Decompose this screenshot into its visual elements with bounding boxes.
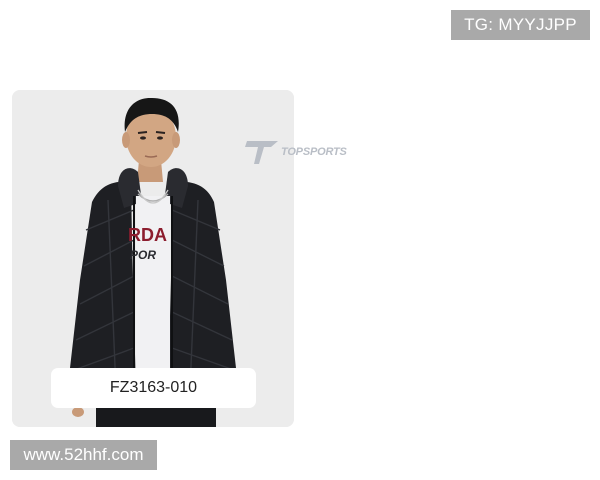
shirt-print: RDA POR [128, 225, 167, 262]
sku-label: FZ3163-010 [51, 368, 256, 408]
topsports-logo-icon [245, 141, 278, 164]
shirt-print-top: RDA [128, 225, 167, 245]
shirt-print-bottom: POR [130, 248, 156, 262]
site-url-watermark: www.52hhf.com [10, 440, 157, 470]
brand-logo: TOPSPORTS [245, 138, 357, 166]
tg-watermark-badge: TG: MYYJJPP [451, 10, 590, 40]
brand-logo-text: TOPSPORTS [281, 146, 347, 158]
